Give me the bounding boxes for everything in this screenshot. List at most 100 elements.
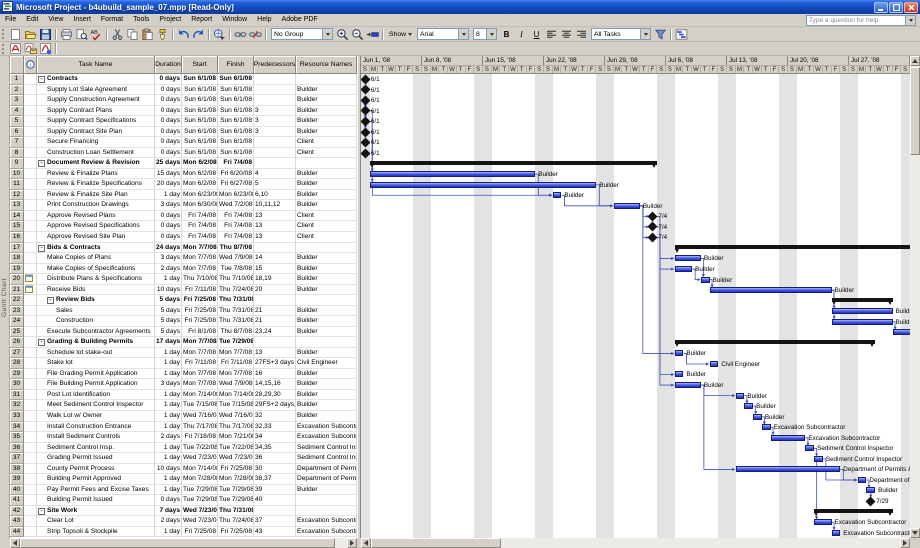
chevron-down-icon[interactable] [458,29,468,39]
task-name-cell[interactable]: Review & Finalize Site Plan [37,190,155,201]
duration-cell[interactable]: 1 day [155,358,182,369]
task-name-cell[interactable]: Building Permit Issued [37,495,155,506]
duration-cell[interactable]: 1 day [155,390,182,401]
row-number-cell[interactable]: 38 [10,464,24,475]
cut-icon[interactable] [110,27,125,41]
task-name-cell[interactable]: Secure Financing [37,137,155,148]
finish-cell[interactable]: Thu 7/24/08 [218,285,254,296]
start-cell[interactable]: Wed 7/16/08 [182,411,218,422]
info-column-header[interactable]: i [24,56,37,74]
finish-cell[interactable]: Fri 6/27/08 [218,179,254,190]
start-cell[interactable]: Mon 6/30/08 [182,200,218,211]
resources-cell[interactable]: Excavation Subcontractor [296,422,357,433]
start-cell[interactable]: Fri 7/4/08 [182,221,218,232]
row-number-cell[interactable]: 32 [10,400,24,411]
menu-tools[interactable]: Tools [128,14,154,26]
start-cell[interactable]: Tue 7/29/08 [182,495,218,506]
predecessors-cell[interactable]: 34,35 [254,443,296,454]
duration-cell[interactable]: 3 days [155,200,182,211]
task-name-cell[interactable]: Construction Loan Settlement [37,148,155,159]
finish-cell[interactable]: Thu 7/31/08 [218,306,254,317]
menu-project[interactable]: Project [154,14,186,26]
finish-cell[interactable]: Fri 7/4/08 [218,211,254,222]
duration-cell[interactable]: 5 days [155,316,182,327]
task-name-cell[interactable]: Construction [37,316,155,327]
task-bar[interactable] [832,530,841,536]
menu-view[interactable]: View [43,14,68,26]
duration-cell[interactable]: 25 days [155,158,182,169]
start-cell[interactable]: Fri 7/25/08 [182,306,218,317]
collapse-toggle[interactable]: - [38,160,45,167]
finish-cell[interactable]: Mon 7/21/08 [218,432,254,443]
resources-cell[interactable]: Builder [296,127,357,138]
start-cell[interactable]: Mon 6/2/08 [182,179,218,190]
predecessors-cell[interactable]: 32 [254,411,296,422]
finish-cell[interactable]: Sun 6/1/08 [218,137,254,148]
bold-button[interactable]: B [499,27,514,41]
convert-to-pdf-icon[interactable] [8,42,23,56]
start-cell[interactable]: Tue 7/22/08 [182,443,218,454]
predecessors-cell[interactable]: 16 [254,369,296,380]
table-scroll-right-button[interactable] [347,538,357,548]
row-number-cell[interactable]: 25 [10,327,24,338]
predecessors-cell[interactable]: 23,24 [254,327,296,338]
start-cell[interactable]: Mon 7/14/08 [182,464,218,475]
finish-cell[interactable]: Tue 7/15/08 [218,400,254,411]
task-bar[interactable] [858,477,867,483]
resources-cell[interactable]: Builder [296,411,357,422]
start-cell[interactable]: Mon 7/7/08 [182,264,218,275]
predecessors-cell[interactable] [254,137,296,148]
start-cell[interactable]: Fri 7/25/08 [182,527,218,538]
filter-combo[interactable]: All Tasks [591,28,651,40]
task-name-cell[interactable]: Pay Permit Fees and Excise Taxes [37,485,155,496]
duration-cell[interactable]: 0 days [155,116,182,127]
predecessors-cell[interactable]: 3 [254,106,296,117]
predecessors-cell[interactable]: 3 [254,116,296,127]
finish-cell[interactable]: Mon 7/7/08 [218,348,254,359]
gantt-hscrollbar[interactable] [361,538,910,548]
resources-cell[interactable]: Client [296,211,357,222]
duration-cell[interactable]: 5 days [155,306,182,317]
zoom-in-icon[interactable] [335,27,350,41]
resources-cell[interactable] [296,295,357,306]
row-number-cell[interactable]: 29 [10,369,24,380]
predecessors-cell[interactable]: 27FS+3 days [254,358,296,369]
duration-cell[interactable]: 0 days [155,95,182,106]
underline-button[interactable]: U [529,27,544,41]
finish-cell[interactable]: Thu 8/7/08 [218,243,254,254]
table-scroll-thumb[interactable] [20,538,335,548]
resources-cell[interactable]: Builder [296,485,357,496]
predecessors-cell[interactable]: 39 [254,485,296,496]
finish-cell[interactable]: Mon 7/14/08 [218,390,254,401]
vertical-scroll-thumb[interactable] [910,67,920,155]
finish-cell[interactable]: Thu 7/31/08 [218,506,254,517]
finish-cell[interactable]: Wed 7/9/08 [218,379,254,390]
start-cell[interactable]: Mon 7/28/08 [182,474,218,485]
duration-cell[interactable]: 1 day [155,369,182,380]
row-number-cell[interactable]: 39 [10,474,24,485]
print-icon[interactable] [59,27,74,41]
predecessors-cell[interactable]: 18,19 [254,274,296,285]
task-name-cell[interactable]: Grading Permit Issued [37,453,155,464]
predecessors-cell[interactable]: 21 [254,306,296,317]
start-cell[interactable]: Sun 6/1/08 [182,148,218,159]
resources-cell[interactable] [296,158,357,169]
row-number-cell[interactable]: 33 [10,411,24,422]
task-name-cell[interactable]: Make Copies of Specifications [37,264,155,275]
task-name-cell[interactable]: -Site Work [37,506,155,517]
finish-cell[interactable]: Fri 7/4/08 [218,158,254,169]
column-header-duration[interactable]: Duration [155,56,182,74]
start-cell[interactable]: Sun 6/1/08 [182,106,218,117]
start-cell[interactable]: Sun 6/1/08 [182,85,218,96]
convert-and-email-pdf-icon[interactable] [23,42,38,56]
finish-cell[interactable]: Fri 7/25/08 [218,464,254,475]
task-name-cell[interactable]: Install Construction Entrance [37,422,155,433]
row-number-cell[interactable]: 8 [10,148,24,159]
finish-cell[interactable]: Wed 7/16/08 [218,411,254,422]
duration-cell[interactable]: 0 days [155,495,182,506]
start-cell[interactable]: Sun 6/1/08 [182,74,218,85]
task-name-cell[interactable]: Distribute Plans & Specifications [37,274,155,285]
task-name-cell[interactable]: Supply Construction Agreement [37,95,155,106]
start-cell[interactable]: Wed 7/23/08 [182,453,218,464]
predecessors-cell[interactable]: 14,15,16 [254,379,296,390]
